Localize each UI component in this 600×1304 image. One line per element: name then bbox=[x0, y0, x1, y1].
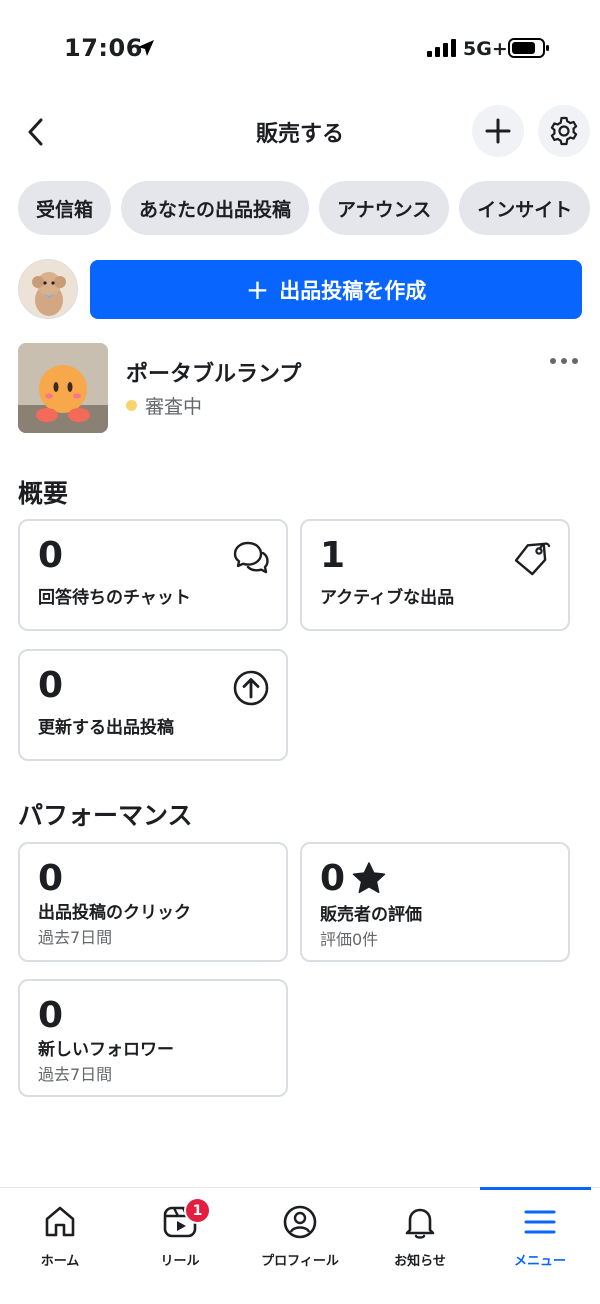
reels-badge: 1 bbox=[184, 1197, 211, 1224]
seller-rating-card[interactable]: 0 販売者の評価 評価0件 bbox=[300, 842, 570, 962]
signal-icon bbox=[427, 39, 457, 61]
card-label: 回答待ちのチャット bbox=[38, 588, 191, 608]
tab-announcements[interactable]: アナウンス bbox=[319, 181, 450, 235]
create-listing-button[interactable]: + 出品投稿を作成 bbox=[90, 260, 582, 319]
lamp-photo bbox=[18, 343, 108, 433]
card-label: 販売者の評価 bbox=[320, 905, 422, 925]
battery-icon bbox=[508, 38, 550, 62]
profile-icon bbox=[280, 1202, 320, 1242]
star-icon bbox=[352, 862, 386, 898]
overview-title: 概要 bbox=[18, 479, 69, 508]
more-options-button[interactable] bbox=[544, 346, 584, 376]
card-value: 1 bbox=[320, 535, 346, 576]
card-value: 0 bbox=[38, 535, 64, 576]
chat-bubbles-icon bbox=[232, 539, 270, 581]
card-value: 0 bbox=[38, 665, 64, 706]
tab-your-listings[interactable]: あなたの出品投稿 bbox=[121, 181, 310, 235]
card-label: 更新する出品投稿 bbox=[38, 718, 174, 738]
tab-chips: 受信箱 あなたの出品投稿 アナウンス インサイト bbox=[18, 181, 600, 237]
listing-status-text: 審査中 bbox=[145, 396, 203, 418]
create-listing-label: 出品投稿を作成 bbox=[279, 278, 427, 303]
plus-icon bbox=[485, 118, 511, 144]
arrow-up-circle-icon bbox=[232, 669, 270, 711]
bottom-nav: ホーム リール プロフィール お知らせ メニュー bbox=[0, 1187, 600, 1304]
nav-menu[interactable]: メニュー bbox=[480, 1187, 600, 1288]
listing-status: 審査中 bbox=[126, 392, 202, 419]
card-subtitle: 過去7日間 bbox=[38, 1065, 113, 1084]
more-icon bbox=[550, 358, 578, 364]
menu-icon bbox=[520, 1202, 560, 1242]
card-label: 出品投稿のクリック bbox=[38, 903, 191, 923]
status-dot bbox=[126, 400, 137, 411]
nav-label: プロフィール bbox=[261, 1254, 339, 1269]
nav-label: お知らせ bbox=[394, 1254, 446, 1269]
tab-insights[interactable]: インサイト bbox=[459, 181, 591, 235]
tag-icon bbox=[512, 539, 552, 581]
card-label: 新しいフォロワー bbox=[38, 1040, 174, 1060]
location-arrow-icon bbox=[136, 38, 156, 62]
card-subtitle: 過去7日間 bbox=[38, 928, 113, 947]
nav-label: メニュー bbox=[513, 1254, 566, 1269]
active-listings-card[interactable]: 1 アクティブな出品 bbox=[300, 519, 570, 631]
card-value: 0 bbox=[38, 858, 64, 899]
plus-icon: + bbox=[245, 273, 270, 306]
tab-inbox[interactable]: 受信箱 bbox=[18, 181, 112, 235]
listing-title[interactable]: ポータブルランプ bbox=[126, 356, 301, 388]
avatar[interactable] bbox=[18, 259, 78, 319]
nav-notifications[interactable]: お知らせ bbox=[360, 1188, 480, 1288]
card-subtitle: 評価0件 bbox=[320, 930, 379, 949]
pending-chats-card[interactable]: 0 回答待ちのチャット bbox=[18, 519, 288, 631]
card-label: アクティブな出品 bbox=[320, 588, 455, 608]
listing-thumbnail[interactable] bbox=[18, 343, 108, 433]
nav-profile[interactable]: プロフィール bbox=[240, 1188, 360, 1288]
card-value: 0 bbox=[38, 995, 64, 1036]
home-icon bbox=[40, 1202, 80, 1242]
bell-icon bbox=[400, 1202, 440, 1242]
performance-title: パフォーマンス bbox=[18, 801, 193, 830]
header: 販売する bbox=[0, 100, 600, 164]
nav-label: ホーム bbox=[40, 1254, 80, 1269]
listing-clicks-card[interactable]: 0 出品投稿のクリック 過去7日間 bbox=[18, 842, 288, 962]
nav-label: リール bbox=[160, 1254, 200, 1269]
status-bar: 17:06 5G+ bbox=[0, 0, 600, 96]
nav-home[interactable]: ホーム bbox=[0, 1188, 120, 1288]
settings-button[interactable] bbox=[538, 105, 590, 157]
gear-icon bbox=[550, 116, 578, 146]
nav-reels[interactable]: リール bbox=[120, 1188, 240, 1288]
new-followers-card[interactable]: 0 新しいフォロワー 過去7日間 bbox=[18, 979, 288, 1097]
dog-photo bbox=[19, 260, 77, 318]
card-value: 0 bbox=[320, 858, 346, 899]
status-time: 17:06 bbox=[64, 34, 143, 62]
network-type: 5G+ bbox=[463, 38, 508, 60]
renew-listings-card[interactable]: 0 更新する出品投稿 bbox=[18, 649, 288, 761]
add-button[interactable] bbox=[472, 105, 524, 157]
